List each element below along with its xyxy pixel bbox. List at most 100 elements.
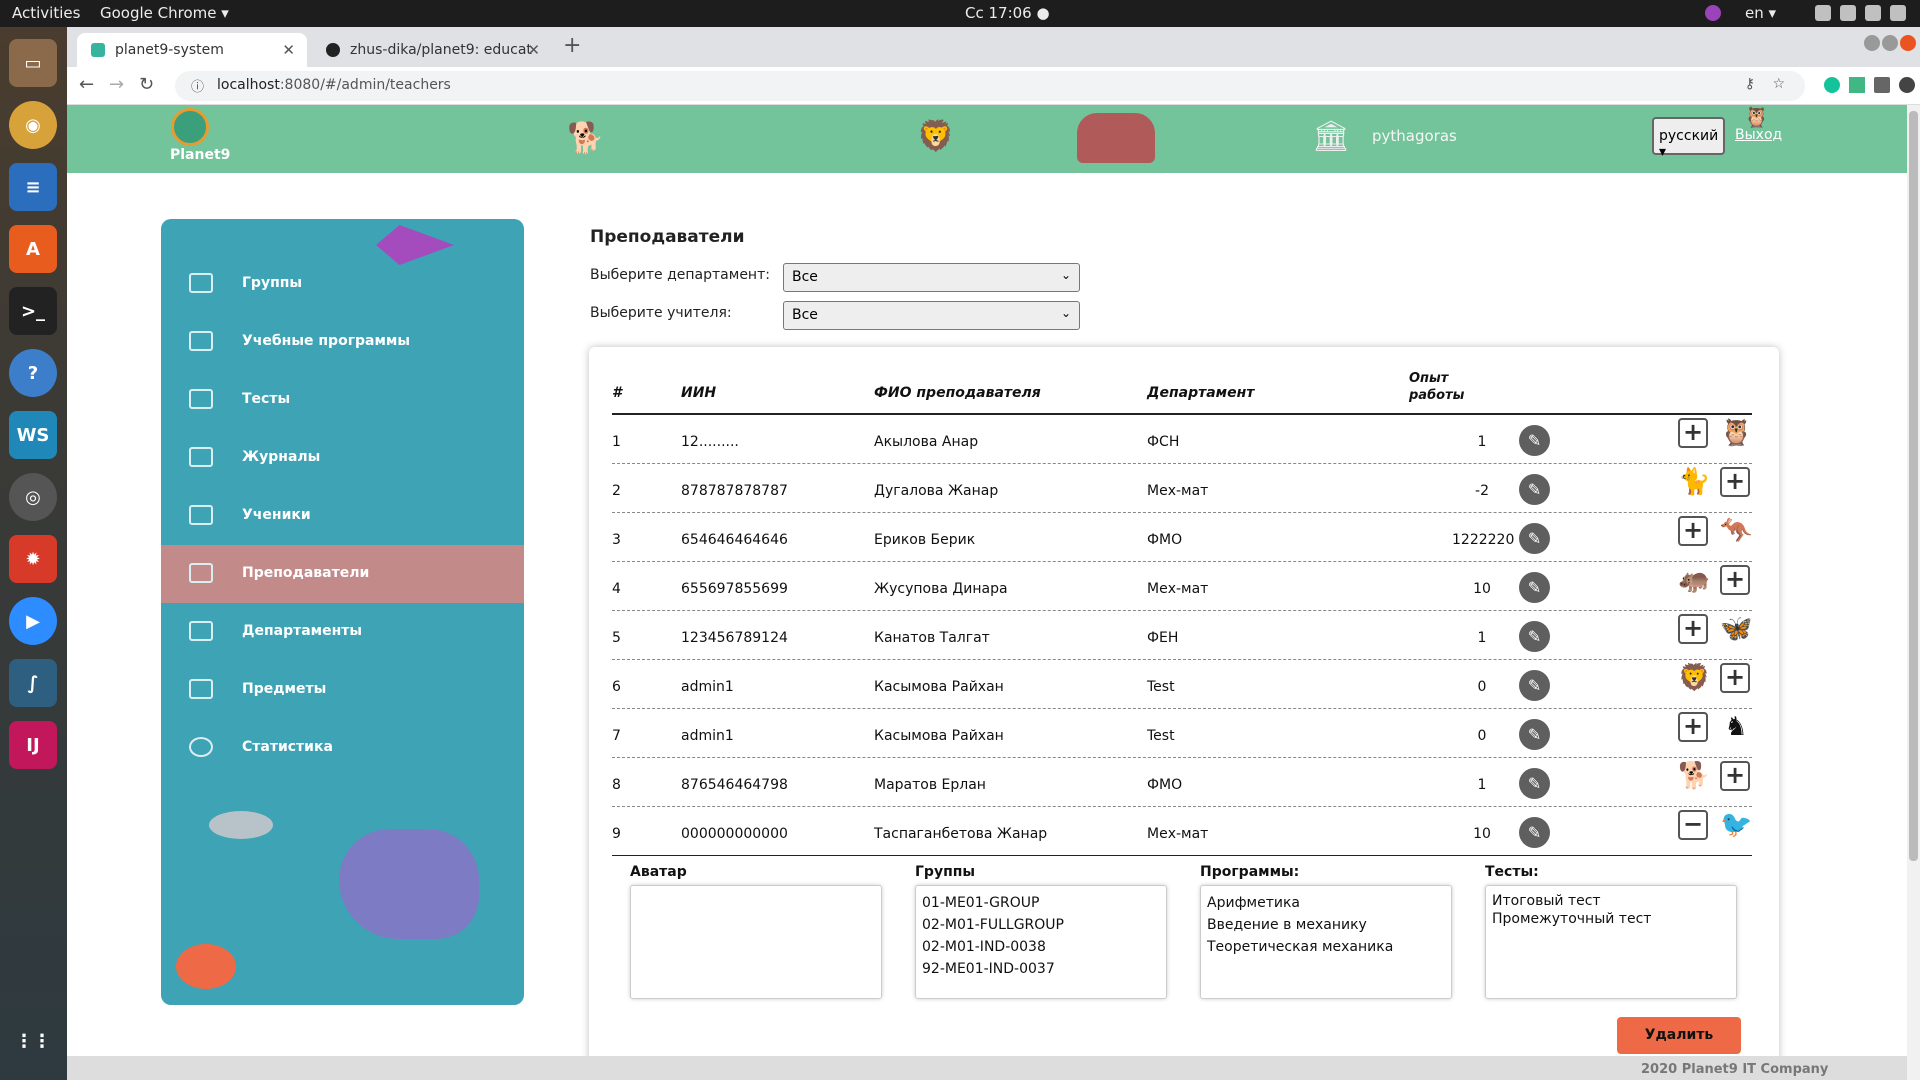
reload-icon[interactable]: ↻ [139,74,154,95]
edit-pencil-icon[interactable]: ✎ [1519,719,1550,750]
table-row[interactable]: 1 12......... Акылова Анар ФСН 1 ✎ + 🦉 [612,415,1752,464]
sidebar-item-subjects[interactable]: Предметы [161,661,524,719]
sidebar-item-programs[interactable]: Учебные программы [161,313,524,371]
wifi-icon[interactable] [1815,5,1831,21]
sidebar-item-label: Журналы [242,449,321,465]
edit-pencil-icon[interactable]: ✎ [1519,474,1550,505]
edit-pencil-icon[interactable]: ✎ [1519,670,1550,701]
new-tab-button[interactable]: + [563,33,581,58]
edit-pencil-icon[interactable]: ✎ [1519,425,1550,456]
profile-icon[interactable] [1899,77,1915,93]
forward-icon[interactable]: → [109,74,124,95]
maximize-icon[interactable] [1882,35,1898,51]
bookmark-star-icon[interactable]: ☆ [1772,76,1785,92]
cell-num: 3 [612,532,621,548]
sidebar-item-departments[interactable]: Департаменты [161,603,524,661]
cell-name: Канатов Талгат [874,630,990,646]
chrome-icon[interactable]: ◎ [9,473,57,521]
key-icon[interactable]: ⚷ [1745,76,1755,92]
volume-icon[interactable] [1840,5,1856,21]
address-bar[interactable]: ⓘ localhost:8080/#/admin/teachers ⚷ ☆ [175,71,1805,101]
table-row[interactable]: 2 878787878787 Дугалова Жанар Мех-мат -2… [612,464,1752,513]
activities-button[interactable]: Activities [12,4,80,22]
cell-num: 6 [612,679,621,695]
tab-github[interactable]: zhus-dika/planet9: educat ✕ [312,33,552,67]
cell-dept: ФЕН [1147,630,1179,646]
terminal-icon[interactable]: >_ [9,287,57,335]
show-apps-icon[interactable]: ⋮⋮ [9,1017,57,1065]
edit-pencil-icon[interactable]: ✎ [1519,523,1550,554]
cell-iin: admin1 [681,728,734,744]
expand-button[interactable]: + [1720,565,1750,595]
table-row[interactable]: 7 admin1 Касымова Райхан Test 0 ✎ + ♞ [612,709,1752,758]
mysql-workbench-icon[interactable]: ∫ [9,659,57,707]
edit-pencil-icon[interactable]: ✎ [1519,768,1550,799]
expand-button[interactable]: + [1720,467,1750,497]
expand-button[interactable]: + [1720,761,1750,791]
lion-icon[interactable]: 🦁 [917,119,954,154]
sidebar-item-teachers[interactable]: Преподаватели [161,545,524,603]
writer-icon[interactable]: ≡ [9,163,57,211]
expand-button[interactable]: + [1678,614,1708,644]
battery-icon[interactable] [1865,5,1881,21]
page-scrollbar[interactable] [1907,105,1920,1080]
sidebar-item-journals[interactable]: Журналы [161,429,524,487]
sidebar-item-students[interactable]: Ученики [161,487,524,545]
clock[interactable]: Сс 17:06 ● [965,4,1050,22]
table-row[interactable]: 4 655697855699 Жусупова Динара Мех-мат 1… [612,562,1752,611]
close-window-icon[interactable] [1900,35,1916,51]
expand-button[interactable]: + [1678,418,1708,448]
sidebar-item-groups[interactable]: Группы [161,255,524,313]
table-row[interactable]: 3 654646464646 Ериков Берик ФМО 1222220 … [612,513,1752,562]
sidebar-item-tests[interactable]: Тесты [161,371,524,429]
scrollbar-thumb[interactable] [1909,111,1918,861]
system-menu-icon[interactable] [1890,5,1906,21]
close-tab-icon[interactable]: ✕ [527,41,540,59]
edit-pencil-icon[interactable]: ✎ [1519,621,1550,652]
logo-text[interactable]: Planet9 [170,147,230,163]
back-icon[interactable]: ← [79,74,94,95]
grammarly-icon[interactable] [1824,77,1840,93]
expand-button[interactable]: + [1678,712,1708,742]
cell-name: Касымова Райхан [874,679,1004,695]
edit-pencil-icon[interactable]: ✎ [1519,572,1550,603]
hippo-icon[interactable] [1077,113,1155,163]
table-row[interactable]: 8 876546464798 Маратов Ерлан ФМО 1 ✎ 🐕 + [612,758,1752,807]
col-header-name: ФИО преподавателя [874,385,1041,401]
teacher-select[interactable]: Все ⌄ [783,301,1080,330]
software-center-icon[interactable]: A [9,225,57,273]
rhythmbox-icon[interactable]: ◉ [9,101,57,149]
settings-gear-icon[interactable]: ✹ [9,535,57,583]
app-menu[interactable]: Google Chrome ▾ [100,4,229,22]
language-select[interactable]: русский ▾ [1652,117,1725,160]
keyboard-layout[interactable]: en ▾ [1745,4,1776,22]
table-row[interactable]: 5 123456789124 Канатов Талгат ФЕН 1 ✎ + … [612,611,1752,660]
museum-icon[interactable]: 🏛 [1312,119,1350,154]
table-row[interactable]: 6 admin1 Касымова Райхан Test 0 ✎ 🦁 + [612,660,1752,709]
table-row[interactable]: 9 000000000000 Таспаганбетова Жанар Мех-… [612,807,1752,856]
logout-link[interactable]: Выход [1735,127,1782,143]
tab-title: zhus-dika/planet9: educat [350,42,532,58]
webstorm-icon[interactable]: WS [9,411,57,459]
edit-pencil-icon[interactable]: ✎ [1519,817,1550,848]
collapse-button[interactable]: − [1678,810,1708,840]
sidebar-item-statistics[interactable]: Статистика [161,719,524,777]
planet9-logo-icon[interactable] [171,108,209,146]
close-tab-icon[interactable]: ✕ [282,41,295,59]
files-icon[interactable]: ▭ [9,39,57,87]
app-indicator-icon[interactable] [1705,5,1721,21]
tab-planet9[interactable]: planet9-system ✕ [77,33,307,67]
expand-button[interactable]: + [1720,663,1750,693]
expand-button[interactable]: + [1678,516,1708,546]
avatar-box [630,885,882,999]
help-icon[interactable]: ? [9,349,57,397]
dog-icon[interactable]: 🐕 [567,121,604,156]
extensions-icon[interactable] [1874,77,1890,93]
delete-data-button[interactable]: Удалить данные [1617,1017,1741,1080]
zoom-icon[interactable]: ▶ [9,597,57,645]
intellij-icon[interactable]: IJ [9,721,57,769]
department-select[interactable]: Все ⌄ [783,263,1080,292]
site-info-icon[interactable]: ⓘ [191,76,204,95]
minimize-icon[interactable] [1864,35,1880,51]
vue-devtools-icon[interactable] [1849,77,1865,93]
